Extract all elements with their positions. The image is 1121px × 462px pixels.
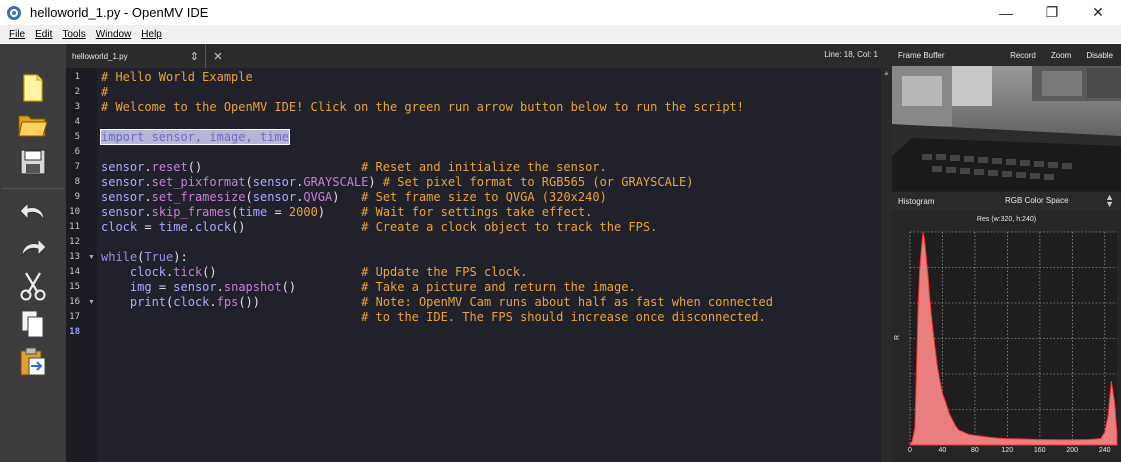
undo-icon[interactable]: [17, 196, 49, 228]
histogram-x-tick: 80: [970, 447, 979, 454]
code-line[interactable]: clock = time.clock() # Create a clock ob…: [101, 220, 657, 235]
maximize-button[interactable]: ❐: [1029, 0, 1075, 25]
menu-file[interactable]: File: [4, 29, 30, 40]
code-line[interactable]: sensor.set_framesize(sensor.QVGA) # Set …: [101, 190, 607, 205]
line-number: 12: [69, 237, 80, 247]
color-space-arrows-icon[interactable]: ▲ ▼: [1105, 193, 1114, 209]
line-number: 10: [69, 207, 80, 217]
histogram-header: Histogram RGB Color Space ▲ ▼: [892, 192, 1121, 210]
menu-edit[interactable]: Edit: [30, 29, 57, 40]
code-line[interactable]: #: [101, 85, 108, 100]
cut-icon[interactable]: [17, 270, 49, 302]
left-toolbar: [0, 44, 66, 462]
file-tab[interactable]: helloworld_1.py ⇕: [66, 44, 206, 68]
line-number: 7: [74, 162, 80, 172]
histogram-x-tick: 160: [1033, 447, 1046, 454]
paste-icon[interactable]: [17, 346, 49, 378]
code-line[interactable]: # Hello World Example: [101, 70, 253, 85]
line-number: 9: [74, 192, 80, 202]
openmv-app-icon: [7, 5, 21, 20]
menu-tools[interactable]: Tools: [57, 29, 90, 40]
code-line[interactable]: # Welcome to the OpenMV IDE! Click on th…: [101, 100, 744, 115]
histogram-x-tick: 120: [1001, 447, 1014, 454]
frame-buffer-title: Frame Buffer: [898, 50, 945, 60]
line-number-gutter: 1 2 3 4 5 6 7 8 9 10 11 12 13 ▼ 14 15 16…: [66, 68, 97, 462]
line-number: 3: [74, 102, 80, 112]
line-number: 5: [74, 132, 80, 142]
code-line[interactable]: img = sensor.snapshot() # Take a picture…: [101, 280, 636, 295]
code-editor[interactable]: # Hello World Example # # Welcome to the O…: [97, 68, 881, 462]
minimize-button[interactable]: —: [983, 0, 1029, 25]
close-window-button[interactable]: ✕: [1075, 0, 1121, 25]
line-number-current: 18: [69, 327, 80, 337]
disable-button[interactable]: Disable: [1086, 51, 1113, 60]
editor-tab-bar: helloworld_1.py ⇕ × Line: 18, Col: 1: [66, 44, 892, 68]
fold-arrow-icon[interactable]: ▼: [88, 250, 95, 265]
title-bar: helloworld_1.py - OpenMV IDE — ❐ ✕: [0, 0, 1121, 25]
new-file-icon[interactable]: [17, 72, 49, 104]
line-number: 4: [74, 117, 80, 127]
copy-icon[interactable]: [17, 308, 49, 340]
open-folder-icon[interactable]: [17, 108, 49, 140]
code-line[interactable]: sensor.skip_frames(time = 2000) # Wait f…: [101, 205, 592, 220]
line-number: 15: [69, 282, 80, 292]
file-tab-label: helloworld_1.py: [72, 51, 128, 61]
editor-scrollbar[interactable]: ▲: [881, 68, 892, 462]
record-button[interactable]: Record: [1010, 51, 1036, 60]
histogram-panel: Res (w:320, h:240) R 0 40 80 120 160 200 240: [892, 210, 1121, 462]
zoom-button[interactable]: Zoom: [1051, 51, 1071, 60]
menu-bar: File Edit Tools Window Help: [0, 25, 1121, 43]
line-number: 13: [69, 252, 80, 262]
code-line[interactable]: sensor.set_pixformat(sensor.GRAYSCALE) #…: [101, 175, 694, 190]
histogram-x-tick: 40: [938, 447, 947, 454]
histogram-x-tick: 200: [1066, 447, 1079, 454]
cursor-position: Line: 18, Col: 1: [824, 50, 878, 59]
color-space-select[interactable]: RGB Color Space: [1005, 196, 1069, 205]
code-line[interactable]: # to the IDE. The FPS should increase on…: [101, 310, 766, 325]
line-number: 2: [74, 87, 80, 97]
window-title: helloworld_1.py - OpenMV IDE: [30, 5, 209, 20]
tab-switch-icon[interactable]: ⇕: [190, 50, 199, 63]
code-line[interactable]: while(True):: [101, 250, 188, 265]
menu-help[interactable]: Help: [136, 29, 167, 40]
save-icon[interactable]: [17, 146, 49, 178]
line-number: 16: [69, 297, 80, 307]
close-tab-icon[interactable]: ×: [206, 44, 230, 68]
code-line[interactable]: clock.tick() # Update the FPS clock.: [101, 265, 527, 280]
frame-buffer-header: Frame Buffer Record Zoom Disable: [892, 44, 1121, 66]
histogram-x-tick: 240: [1098, 447, 1111, 454]
code-line[interactable]: import sensor, image, time: [100, 129, 290, 145]
histogram-x-tick: 0: [908, 447, 912, 454]
line-number: 6: [74, 147, 80, 157]
line-number: 8: [74, 177, 80, 187]
line-number: 14: [69, 267, 80, 277]
histogram-y-label: R: [894, 335, 901, 340]
frame-buffer-image: [892, 66, 1121, 190]
line-number: 17: [69, 312, 80, 322]
menu-window[interactable]: Window: [91, 29, 137, 40]
histogram-title: Histogram: [898, 196, 935, 206]
code-line[interactable]: print(clock.fps()) # Note: OpenMV Cam ru…: [101, 295, 773, 310]
line-number: 1: [74, 72, 80, 82]
code-line[interactable]: sensor.reset() # Reset and initialize th…: [101, 160, 607, 175]
fold-arrow-icon[interactable]: ▼: [88, 295, 95, 310]
line-number: 11: [69, 222, 80, 232]
histogram-chart: R: [894, 231, 1118, 446]
redo-icon[interactable]: [17, 232, 49, 264]
